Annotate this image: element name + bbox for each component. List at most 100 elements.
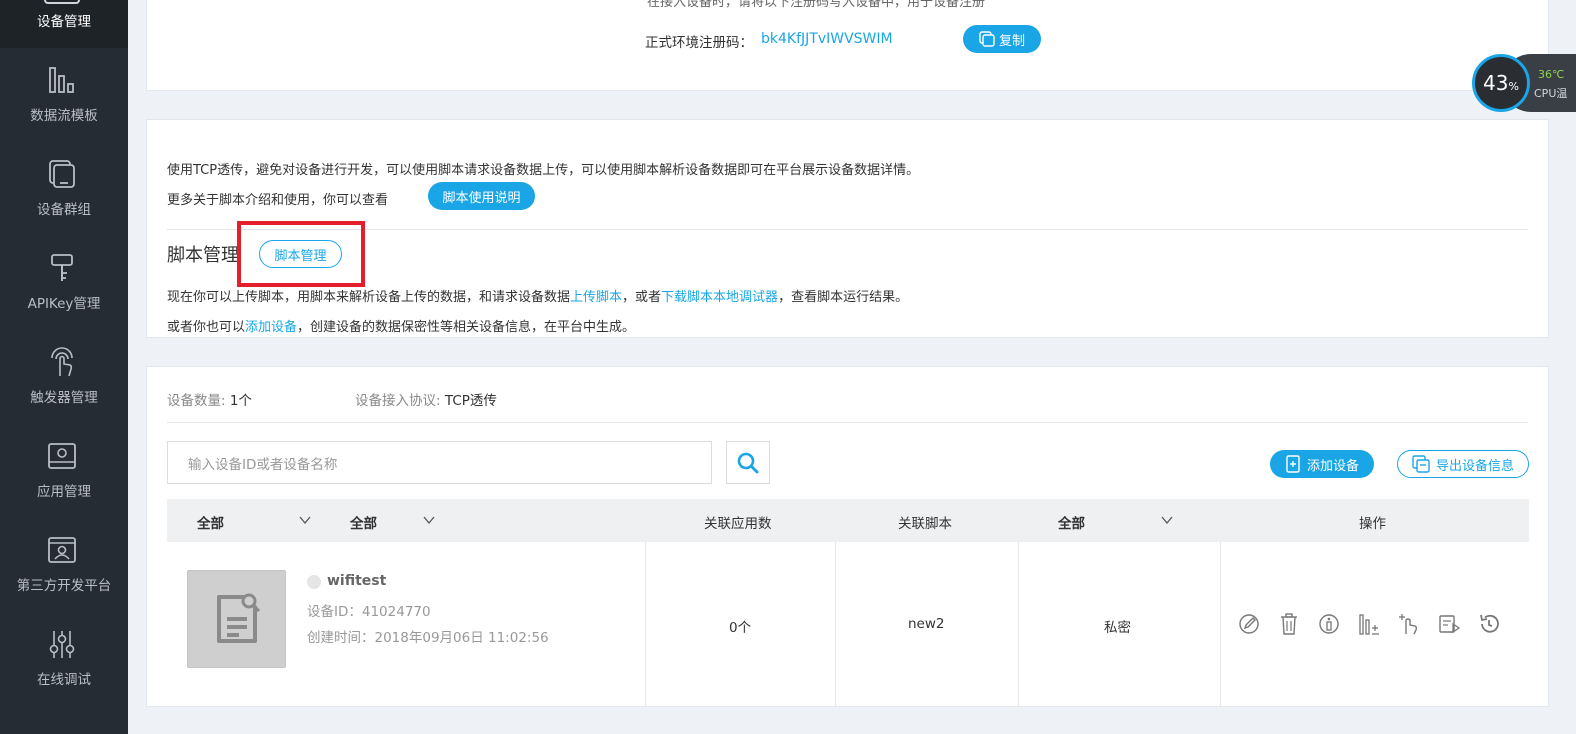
column-header-actions: 操作 bbox=[1359, 516, 1386, 532]
column-header-script: 关联脚本 bbox=[898, 516, 952, 532]
chevron-down-icon[interactable] bbox=[1161, 514, 1173, 526]
sidebar-item-label: 数据流模板 bbox=[30, 108, 98, 124]
text: 或者你也可以 bbox=[167, 320, 246, 335]
cpu-label: CPU温 bbox=[1534, 87, 1568, 100]
text: 现在你可以上传脚本，用脚本来解析设备上传的数据，和请求设备数据 bbox=[167, 290, 571, 305]
filter-dropdown-1[interactable]: 全部 bbox=[197, 512, 224, 532]
trigger-add-icon[interactable] bbox=[1397, 612, 1421, 636]
sidebar-item-online-debug[interactable]: 在线调试 bbox=[0, 612, 128, 706]
copy-icon bbox=[979, 31, 995, 47]
cpu-temperature: 36℃ bbox=[1538, 68, 1565, 81]
add-device-icon bbox=[1286, 455, 1300, 473]
edit-icon[interactable] bbox=[1237, 612, 1261, 636]
divider bbox=[167, 229, 1528, 230]
script-upload-line: 现在你可以上传脚本，用脚本来解析设备上传的数据，和请求设备数据上传脚本，或者下载… bbox=[167, 286, 908, 305]
script-doc-button[interactable]: 脚本使用说明 bbox=[428, 182, 535, 210]
script-section-title: 脚本管理 bbox=[167, 245, 239, 266]
column-divider bbox=[1018, 542, 1019, 707]
cpu-usage-value: 43 bbox=[1483, 71, 1509, 95]
cpu-usage-unit: % bbox=[1508, 79, 1519, 93]
device-doc-icon bbox=[216, 593, 260, 643]
sidebar-item-label: 设备群组 bbox=[37, 202, 91, 218]
column-header-apps: 关联应用数 bbox=[704, 516, 772, 532]
download-debugger-link[interactable]: 下载脚本本地调试器 bbox=[661, 290, 778, 305]
third-party-icon bbox=[48, 537, 76, 563]
search-placeholder: 输入设备ID或者设备名称 bbox=[188, 456, 338, 473]
device-list-card: 设备数量: 1个 设备接入协议: TCP透传 输入设备ID或者设备名称 添加设备… bbox=[146, 366, 1549, 707]
sidebar-item-device-management[interactable]: 设备管理 bbox=[0, 0, 128, 48]
sidebar-item-label: 第三方开发平台 bbox=[16, 578, 112, 594]
cpu-monitor-widget[interactable]: 43% 36℃ CPU温 bbox=[1472, 54, 1576, 112]
history-icon[interactable] bbox=[1477, 612, 1501, 636]
copy-button-label: 复制 bbox=[998, 32, 1025, 48]
sidebar-item-datastream-template[interactable]: 数据流模板 bbox=[0, 48, 128, 142]
device-thumbnail bbox=[187, 570, 286, 668]
info-icon[interactable] bbox=[1317, 612, 1341, 636]
device-name[interactable]: wifitest bbox=[327, 573, 386, 589]
app-icon bbox=[48, 443, 76, 469]
key-icon bbox=[51, 254, 73, 281]
device-count: 设备数量: 1个 bbox=[167, 389, 252, 409]
sidebar-item-label: 应用管理 bbox=[37, 484, 91, 500]
device-apps-count: 0个 bbox=[729, 620, 752, 636]
chevron-down-icon[interactable] bbox=[299, 514, 311, 526]
add-device-button[interactable]: 添加设备 bbox=[1270, 450, 1374, 478]
command-icon[interactable] bbox=[1437, 612, 1461, 636]
sidebar-item-third-party[interactable]: 第三方开发平台 bbox=[0, 518, 128, 612]
table-row: wifitest 设备ID：41024770 创建时间：2018年09月06日 … bbox=[167, 542, 1529, 707]
sidebar-item-device-group[interactable]: 设备群组 bbox=[0, 142, 128, 236]
trigger-icon bbox=[51, 347, 73, 377]
datastream-icon[interactable] bbox=[1357, 612, 1381, 636]
chevron-down-icon[interactable] bbox=[423, 514, 435, 526]
sliders-icon bbox=[49, 631, 75, 658]
export-icon bbox=[1412, 455, 1430, 473]
sidebar-item-apikey[interactable]: APIKey管理 bbox=[0, 236, 128, 330]
add-device-link[interactable]: 添加设备 bbox=[245, 320, 297, 335]
script-card: 使用TCP透传，避免对设备进行开发，可以使用脚本请求设备数据上传，可以使用脚本解… bbox=[146, 119, 1549, 338]
cpu-usage-ring: 43% bbox=[1472, 54, 1530, 112]
sidebar-item-trigger[interactable]: 触发器管理 bbox=[0, 330, 128, 424]
text: ，查看脚本运行结果。 bbox=[778, 290, 909, 305]
highlight-annotation-box bbox=[237, 221, 365, 287]
device-created-time: 创建时间：2018年09月06日 11:02:56 bbox=[307, 630, 549, 646]
bar-chart-icon bbox=[49, 67, 74, 93]
device-protocol: 设备接入协议: TCP透传 bbox=[355, 389, 497, 409]
device-protocol-value: TCP透传 bbox=[444, 393, 497, 409]
sidebar-item-label: 触发器管理 bbox=[30, 390, 98, 406]
column-divider bbox=[835, 542, 836, 707]
sidebar-item-label: APIKey管理 bbox=[27, 296, 101, 312]
column-divider bbox=[1220, 542, 1221, 707]
add-device-label: 添加设备 bbox=[1306, 458, 1359, 474]
sidebar-item-app-management[interactable]: 应用管理 bbox=[0, 424, 128, 518]
device-count-label: 设备数量: bbox=[167, 393, 226, 409]
column-divider bbox=[645, 542, 646, 707]
filter-dropdown-3[interactable]: 全部 bbox=[1058, 512, 1085, 532]
script-intro-text: 使用TCP透传，避免对设备进行开发，可以使用脚本请求设备数据上传，可以使用脚本解… bbox=[167, 163, 920, 178]
search-icon bbox=[737, 452, 759, 473]
device-group-icon bbox=[49, 160, 75, 188]
script-more-text: 更多关于脚本介绍和使用，你可以查看 bbox=[167, 193, 389, 208]
script-add-device-line: 或者你也可以添加设备，创建设备的数据保密性等相关设备信息，在平台中生成。 bbox=[167, 316, 635, 335]
search-input[interactable]: 输入设备ID或者设备名称 bbox=[167, 441, 712, 484]
filter-dropdown-2[interactable]: 全部 bbox=[350, 512, 377, 532]
device-icon bbox=[44, 0, 80, 4]
copy-button[interactable]: 复制 bbox=[963, 25, 1041, 53]
sidebar: 设备管理 数据流模板 设备群组 APIKey管理 触发器管理 应用管理 第三方开… bbox=[0, 0, 128, 734]
register-code-value: bk4KfJJTvIWVSWIM bbox=[761, 31, 893, 47]
upload-script-link[interactable]: 上传脚本 bbox=[570, 290, 622, 305]
online-status-dot bbox=[307, 575, 321, 589]
search-button[interactable] bbox=[726, 441, 770, 484]
register-card: 在接入设备时，请将以下注册码写入设备中，用于设备注册 正式环境注册码： bk4K… bbox=[146, 0, 1549, 91]
delete-icon[interactable] bbox=[1277, 612, 1301, 636]
text: ，创建设备的数据保密性等相关设备信息，在平台中生成。 bbox=[297, 320, 636, 335]
device-count-value: 1个 bbox=[229, 393, 252, 409]
text: ，或者 bbox=[622, 290, 662, 305]
export-device-button[interactable]: 导出设备信息 bbox=[1397, 450, 1529, 478]
register-hint-text: 在接入设备时，请将以下注册码写入设备中，用于设备注册 bbox=[647, 0, 986, 10]
register-code-label: 正式环境注册码： bbox=[645, 35, 753, 51]
sidebar-item-label: 在线调试 bbox=[37, 672, 91, 688]
export-device-label: 导出设备信息 bbox=[1435, 458, 1514, 474]
device-privacy: 私密 bbox=[1104, 620, 1131, 636]
sidebar-item-label: 设备管理 bbox=[37, 14, 91, 30]
device-protocol-label: 设备接入协议: bbox=[355, 393, 441, 409]
